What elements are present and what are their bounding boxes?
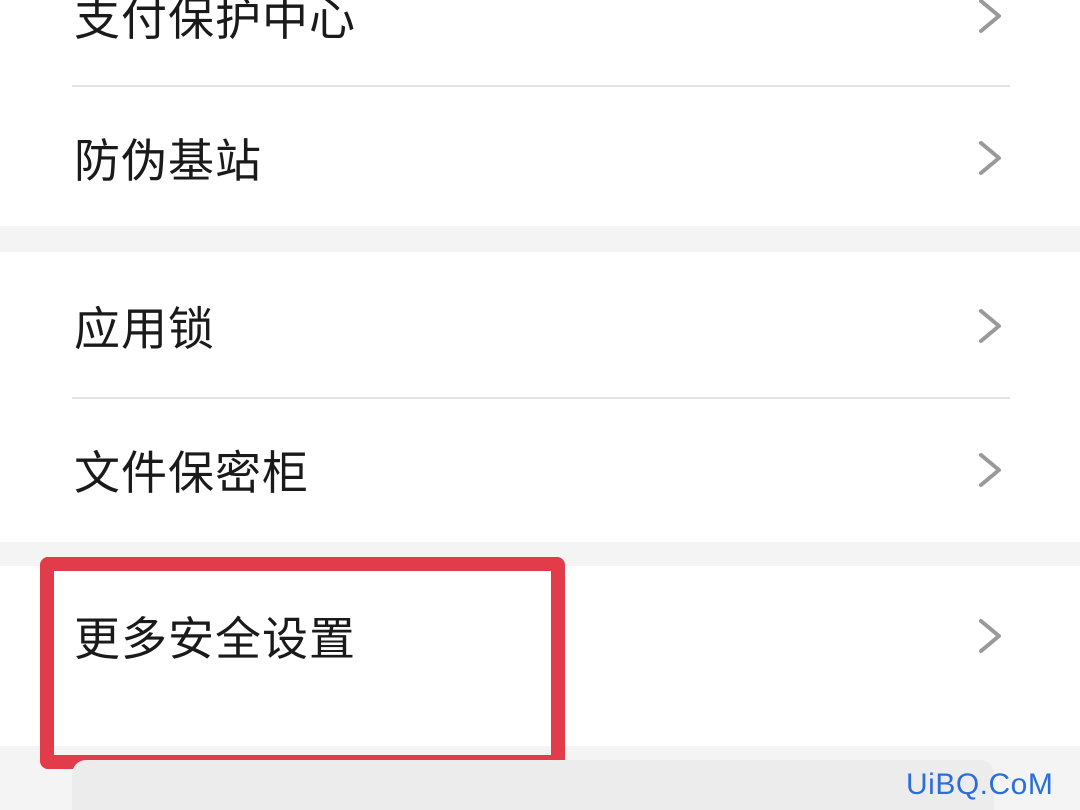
menu-item-label: 支付保护中心 [74,0,356,46]
menu-item-label: 防伪基站 [74,134,262,188]
menu-item-label: 更多安全设置 [74,612,356,666]
chevron-right-icon [979,0,1001,33]
menu-item-label: 应用锁 [74,302,215,356]
chevron-right-icon [979,141,1001,175]
menu-item-app-lock[interactable]: 应用锁 [0,256,1080,396]
menu-item-anti-fake-base-station[interactable]: 防伪基站 [0,88,1080,228]
chevron-right-icon [979,619,1001,653]
security-settings-screen: 支付保护中心 防伪基站 应用锁 文件保密柜 更多安全设置 UiBQ.CoM [0,0,1080,810]
bottom-panel [72,760,994,810]
chevron-right-icon [979,309,1001,343]
menu-item-more-security-settings[interactable]: 更多安全设置 [0,566,1080,706]
chevron-right-icon [979,453,1001,487]
menu-item-file-safe[interactable]: 文件保密柜 [0,400,1080,540]
watermark-text: UiBQ.CoM [906,768,1054,801]
settings-group-1: 支付保护中心 防伪基站 [0,0,1080,226]
settings-group-2: 应用锁 文件保密柜 [0,252,1080,542]
menu-item-label: 文件保密柜 [74,446,309,500]
menu-item-payment-protection[interactable]: 支付保护中心 [0,0,1080,86]
divider [72,85,1010,87]
settings-group-3: 更多安全设置 [0,566,1080,746]
divider [72,397,1010,399]
